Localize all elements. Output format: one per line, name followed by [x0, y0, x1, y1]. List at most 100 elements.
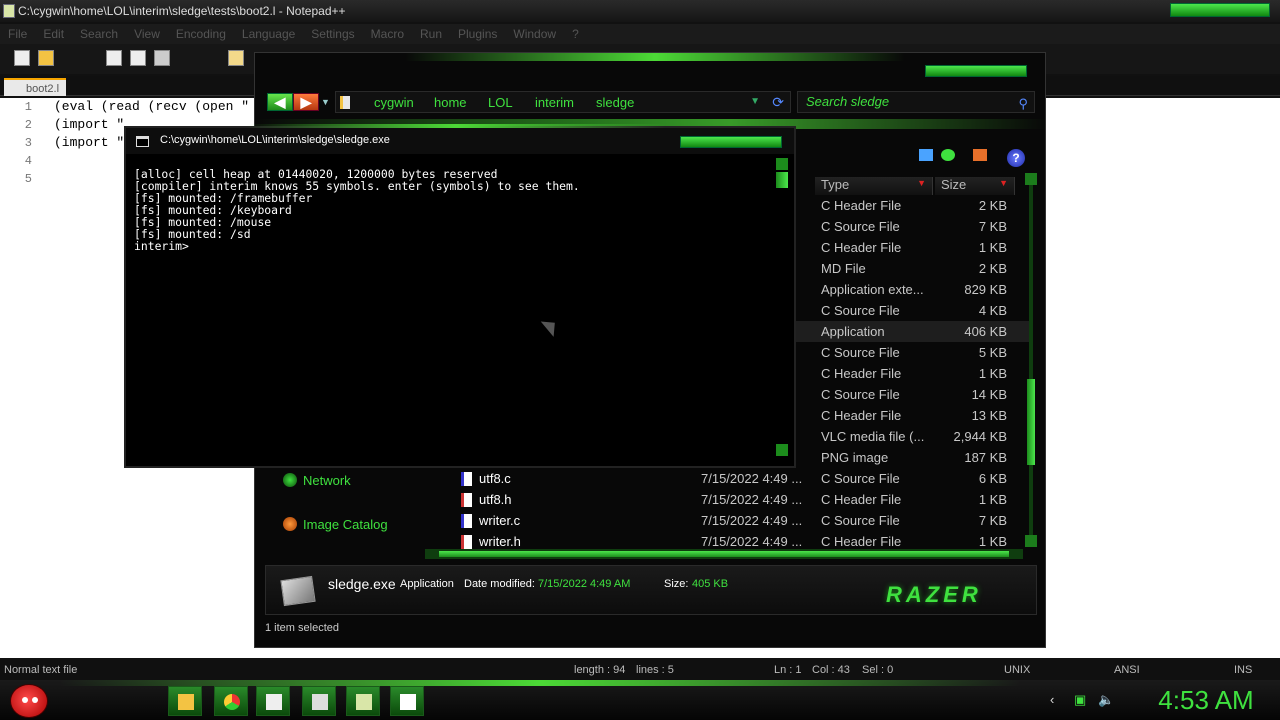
razer-logo: RAZER	[886, 582, 982, 607]
menu-view[interactable]: View	[126, 24, 168, 44]
file-type: C Source File	[821, 387, 900, 402]
file-size: 13 KB	[971, 408, 1007, 423]
line-number: 5	[24, 172, 32, 186]
status-ln: Ln : 1	[774, 664, 802, 676]
open-file-icon[interactable]	[38, 50, 54, 66]
taskbar-explorer[interactable]	[168, 686, 202, 716]
menu-plugins[interactable]: Plugins	[450, 24, 505, 44]
taskbar-notepad[interactable]	[346, 686, 380, 716]
clipboard-icon[interactable]	[228, 50, 244, 66]
file-row[interactable]: writer.c 7/15/2022 4:49 ... C Source File 7…	[425, 510, 1033, 531]
tab-boot2[interactable]: boot2.l	[4, 78, 66, 96]
file-type: C Source File	[821, 513, 900, 528]
file-name-text: utf8.c	[479, 471, 511, 486]
column-type[interactable]: Type ▼	[815, 177, 933, 195]
explorer-window-controls[interactable]	[925, 65, 1027, 77]
notepad-window-controls[interactable]	[1170, 3, 1270, 17]
breadcrumb-lol[interactable]: LOL	[488, 95, 513, 110]
taskbar-app4[interactable]	[302, 686, 336, 716]
save-all-icon[interactable]	[130, 50, 146, 66]
breadcrumb-cygwin[interactable]: cygwin	[374, 95, 414, 110]
preview-pane-icon[interactable]	[941, 149, 955, 161]
file-type: C Source File	[821, 345, 900, 360]
console-scrollbar[interactable]	[776, 158, 790, 460]
breadcrumb-sledge[interactable]: sledge	[596, 95, 634, 110]
menu-run[interactable]: Run	[412, 24, 450, 44]
address-dropdown-icon[interactable]: ▼	[750, 96, 760, 107]
file-size: 5 KB	[978, 345, 1007, 360]
address-bar[interactable]: cygwin home LOL interim sledge ▼ ⟳	[335, 91, 791, 113]
folder-icon	[178, 694, 194, 710]
breadcrumb-home[interactable]: home	[434, 95, 467, 110]
file-name-text: utf8.h	[479, 492, 512, 507]
scroll-up-icon[interactable]	[776, 158, 788, 170]
menu-help[interactable]: ?	[564, 24, 587, 44]
breadcrumb-interim[interactable]: interim	[535, 95, 574, 110]
horizontal-scrollbar[interactable]	[425, 549, 1023, 559]
menu-macro[interactable]: Macro	[363, 24, 412, 44]
hscroll-thumb[interactable]	[439, 551, 1009, 557]
nav-image-catalog[interactable]: Image Catalog	[283, 517, 388, 532]
details-date-label: Date modified:	[464, 578, 535, 590]
status-col: Col : 43	[812, 664, 850, 676]
tray-expand-icon[interactable]: ‹	[1050, 692, 1054, 707]
print-icon[interactable]	[154, 50, 170, 66]
battery-icon[interactable]: ▣	[1074, 692, 1086, 708]
start-logo-icon	[22, 697, 28, 703]
file-size: 6 KB	[978, 471, 1007, 486]
line-number: 2	[24, 118, 32, 132]
status-length: length : 94	[574, 664, 626, 676]
sort-arrow-icon: ▼	[917, 178, 926, 188]
taskbar-app3[interactable]	[256, 686, 290, 716]
menu-language[interactable]: Language	[234, 24, 303, 44]
volume-icon[interactable]: 🔈	[1098, 692, 1114, 708]
taskbar-console[interactable]	[390, 686, 424, 716]
history-dropdown-icon[interactable]: ▼	[321, 97, 330, 107]
taskbar-chrome[interactable]	[214, 686, 248, 716]
new-file-icon[interactable]	[14, 50, 30, 66]
search-input[interactable]: Search sledge ⚲	[797, 91, 1035, 113]
c-source-file-icon	[461, 472, 472, 486]
column-size[interactable]: Size ▼	[935, 177, 1015, 195]
file-type: MD File	[821, 261, 866, 276]
console-output[interactable]: [alloc] cell heap at 01440020, 1200000 b…	[134, 168, 770, 458]
line-number: 4	[24, 154, 32, 168]
save-icon[interactable]	[106, 50, 122, 66]
refresh-icon[interactable]: ⟳	[772, 94, 784, 111]
menu-file[interactable]: File	[0, 24, 35, 44]
line-number-gutter: 1 2 3 4 5	[0, 98, 46, 658]
forward-button[interactable]: ▶	[293, 93, 319, 111]
clock[interactable]: 4:53 AM	[1136, 684, 1276, 716]
menu-window[interactable]: Window	[505, 24, 564, 44]
scroll-down-icon[interactable]	[1025, 535, 1037, 547]
column-size-label: Size	[941, 177, 967, 192]
details-pane-icon[interactable]	[973, 149, 987, 161]
scroll-thumb[interactable]	[776, 172, 788, 188]
file-type: C Header File	[821, 198, 902, 213]
c-header-file-icon	[461, 493, 472, 507]
view-icon[interactable]	[919, 149, 933, 161]
start-button[interactable]	[10, 684, 48, 718]
scroll-up-icon[interactable]	[1025, 173, 1037, 185]
menu-settings[interactable]: Settings	[303, 24, 362, 44]
file-size: 7 KB	[978, 219, 1007, 234]
details-file-name: sledge.exe	[328, 576, 396, 592]
console-titlebar[interactable]: C:\cygwin\home\LOL\interim\sledge\sledge…	[126, 128, 794, 154]
scroll-down-icon[interactable]	[776, 444, 788, 456]
console-window-controls[interactable]	[680, 136, 782, 148]
notepad-titlebar[interactable]: C:\cygwin\home\LOL\interim\sledge\tests\…	[0, 0, 1280, 22]
search-icon[interactable]: ⚲	[1018, 94, 1028, 114]
desktop: C:\cygwin\home\LOL\interim\sledge\tests\…	[0, 0, 1280, 720]
scroll-thumb[interactable]	[1027, 379, 1035, 465]
help-icon[interactable]: ?	[1007, 149, 1025, 167]
back-button[interactable]: ◀	[267, 93, 293, 111]
file-row[interactable]: utf8.h 7/15/2022 4:49 ... C Header File 1 K…	[425, 489, 1033, 510]
nav-network[interactable]: Network	[283, 473, 351, 488]
file-size: 2,944 KB	[953, 429, 1008, 444]
menu-edit[interactable]: Edit	[35, 24, 72, 44]
file-row[interactable]: utf8.c 7/15/2022 4:49 ... C Source File 6 K…	[425, 468, 1033, 489]
vertical-scrollbar[interactable]	[1025, 173, 1037, 547]
menu-encoding[interactable]: Encoding	[168, 24, 234, 44]
console-prompt[interactable]: interim>	[134, 240, 770, 252]
menu-search[interactable]: Search	[72, 24, 126, 44]
